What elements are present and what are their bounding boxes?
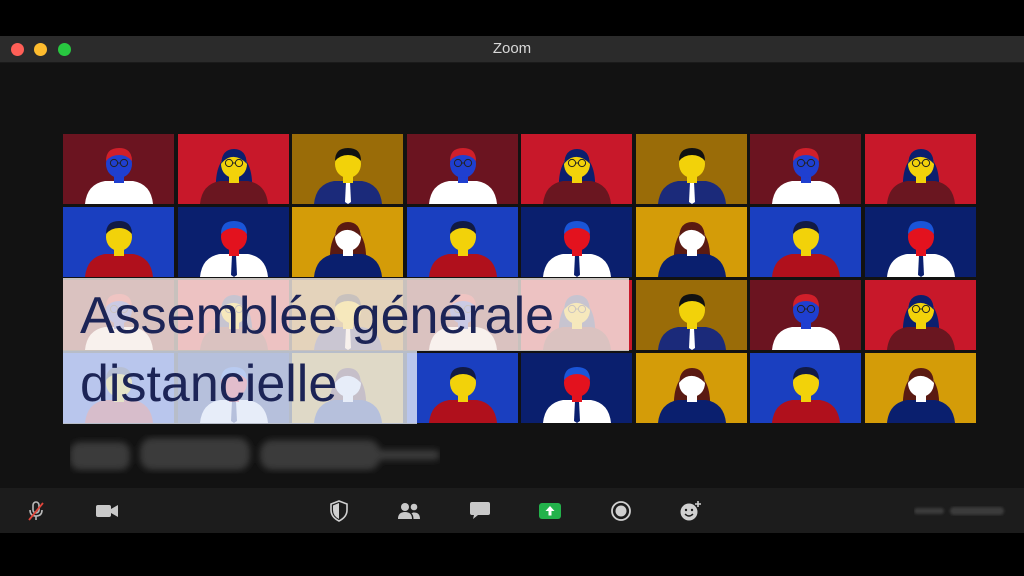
window-title: Zoom: [492, 40, 532, 57]
participant-video-tile[interactable]: [406, 207, 518, 277]
participant-video-tile[interactable]: [864, 134, 976, 204]
participant-video-tile[interactable]: [292, 134, 403, 204]
participant-video-tile[interactable]: [177, 207, 289, 277]
reactions-button[interactable]: [669, 488, 713, 533]
participant-video-tile[interactable]: [521, 134, 632, 204]
meeting-toolbar: [0, 488, 1024, 533]
video-camera-icon: [96, 504, 118, 517]
blurred-date-text: [70, 438, 440, 470]
participants-button[interactable]: [387, 488, 431, 533]
share-screen-button[interactable]: [528, 488, 572, 533]
participants-icon: [398, 502, 420, 519]
title-bar: Zoom: [0, 36, 1024, 63]
participant-video-tile[interactable]: [635, 207, 747, 277]
participant-video-tile[interactable]: [177, 134, 289, 204]
participant-video-tile[interactable]: [406, 134, 518, 204]
end-meeting-button[interactable]: [914, 503, 1006, 519]
participant-video-tile[interactable]: [864, 207, 976, 277]
start-video-button[interactable]: [85, 488, 129, 533]
security-button[interactable]: [317, 488, 361, 533]
chat-button[interactable]: [458, 488, 502, 533]
participant-video-tile[interactable]: [864, 280, 976, 350]
microphone-muted-icon: [28, 500, 44, 521]
participant-video-tile[interactable]: [635, 353, 747, 423]
share-screen-icon: [539, 502, 561, 519]
slide-title-overlay: Assemblée générale distancielle: [63, 278, 629, 424]
chat-icon: [470, 501, 490, 519]
participant-video-tile[interactable]: [63, 207, 174, 277]
mute-button[interactable]: [14, 488, 58, 533]
participant-video-tile[interactable]: [750, 207, 861, 277]
slide-title: Assemblée générale distancielle: [80, 287, 555, 413]
reactions-icon: [680, 500, 701, 520]
participant-video-tile[interactable]: [750, 280, 861, 350]
security-shield-icon: [330, 499, 348, 522]
participant-video-tile[interactable]: [521, 207, 632, 277]
participant-video-tile[interactable]: [292, 207, 403, 277]
record-icon: [611, 500, 631, 521]
participant-video-tile[interactable]: [750, 134, 861, 204]
participant-video-tile[interactable]: [635, 134, 747, 204]
zoom-window: Zoom Assemblée générale distancielle: [0, 36, 1024, 533]
record-button[interactable]: [599, 488, 643, 533]
participant-video-tile[interactable]: [750, 353, 861, 423]
participant-video-tile[interactable]: [635, 280, 747, 350]
participant-video-tile[interactable]: [63, 134, 174, 204]
participant-video-tile[interactable]: [864, 353, 976, 423]
